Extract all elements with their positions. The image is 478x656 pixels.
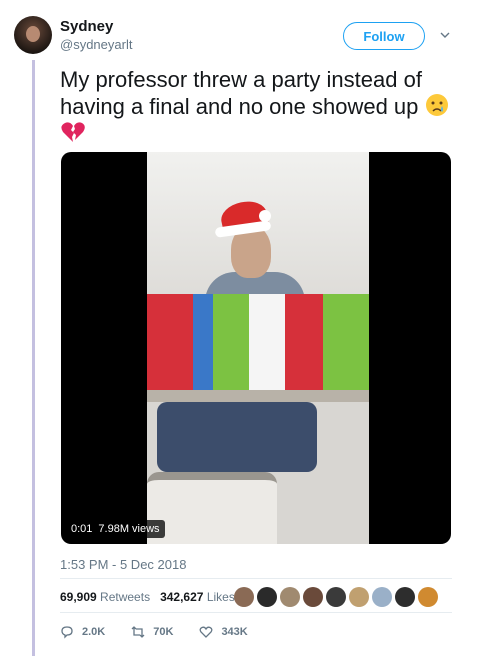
heart-icon: [199, 626, 213, 638]
liker-avatar[interactable]: [349, 587, 369, 607]
reply-icon: [61, 626, 73, 639]
divider: [60, 578, 452, 579]
likers-avatars: [234, 587, 438, 607]
avatar[interactable]: [14, 16, 52, 54]
liker-avatar[interactable]: [280, 587, 300, 607]
liker-avatar[interactable]: [326, 587, 346, 607]
video-badge: 0:01 7.98M views: [66, 520, 165, 538]
reply-count: 2.0K: [82, 626, 106, 638]
reply-button[interactable]: 2.0K: [60, 625, 105, 639]
tweet-body: My professor threw a party instead of ha…: [60, 67, 422, 119]
video-time: 0:01: [71, 523, 93, 535]
broken-heart-icon: [61, 122, 85, 142]
liker-avatar[interactable]: [372, 587, 392, 607]
video-views: 7.98M views: [98, 523, 160, 535]
thread-line: [32, 60, 35, 656]
retweets-stat[interactable]: 69,909 Retweets: [60, 590, 150, 604]
liker-avatar[interactable]: [257, 587, 277, 607]
follow-button[interactable]: Follow: [343, 22, 425, 50]
divider: [60, 612, 452, 613]
like-button[interactable]: 343K: [199, 625, 248, 639]
likes-stat[interactable]: 342,627 Likes: [160, 590, 235, 604]
tweet-text: My professor threw a party instead of ha…: [60, 66, 450, 147]
crying-face-icon: [425, 94, 448, 116]
tweet-actions: 2.0K 70K 343K: [60, 625, 274, 639]
like-count: 343K: [221, 626, 248, 638]
tweet-timestamp[interactable]: 1:53 PM - 5 Dec 2018: [60, 557, 186, 572]
liker-avatar[interactable]: [303, 587, 323, 607]
liker-avatar[interactable]: [234, 587, 254, 607]
retweet-icon: [131, 626, 145, 638]
chevron-down-icon[interactable]: [440, 30, 450, 40]
liker-avatar[interactable]: [395, 587, 415, 607]
retweet-button[interactable]: 70K: [131, 625, 173, 639]
user-handle[interactable]: @sydneyarlt: [60, 37, 132, 52]
video-frame: [147, 152, 369, 544]
liker-avatar[interactable]: [418, 587, 438, 607]
video-player[interactable]: [61, 152, 451, 544]
retweet-count: 70K: [153, 626, 174, 638]
user-name[interactable]: Sydney: [60, 18, 113, 35]
tweet-stats: 69,909 Retweets 342,627 Likes: [60, 590, 235, 604]
